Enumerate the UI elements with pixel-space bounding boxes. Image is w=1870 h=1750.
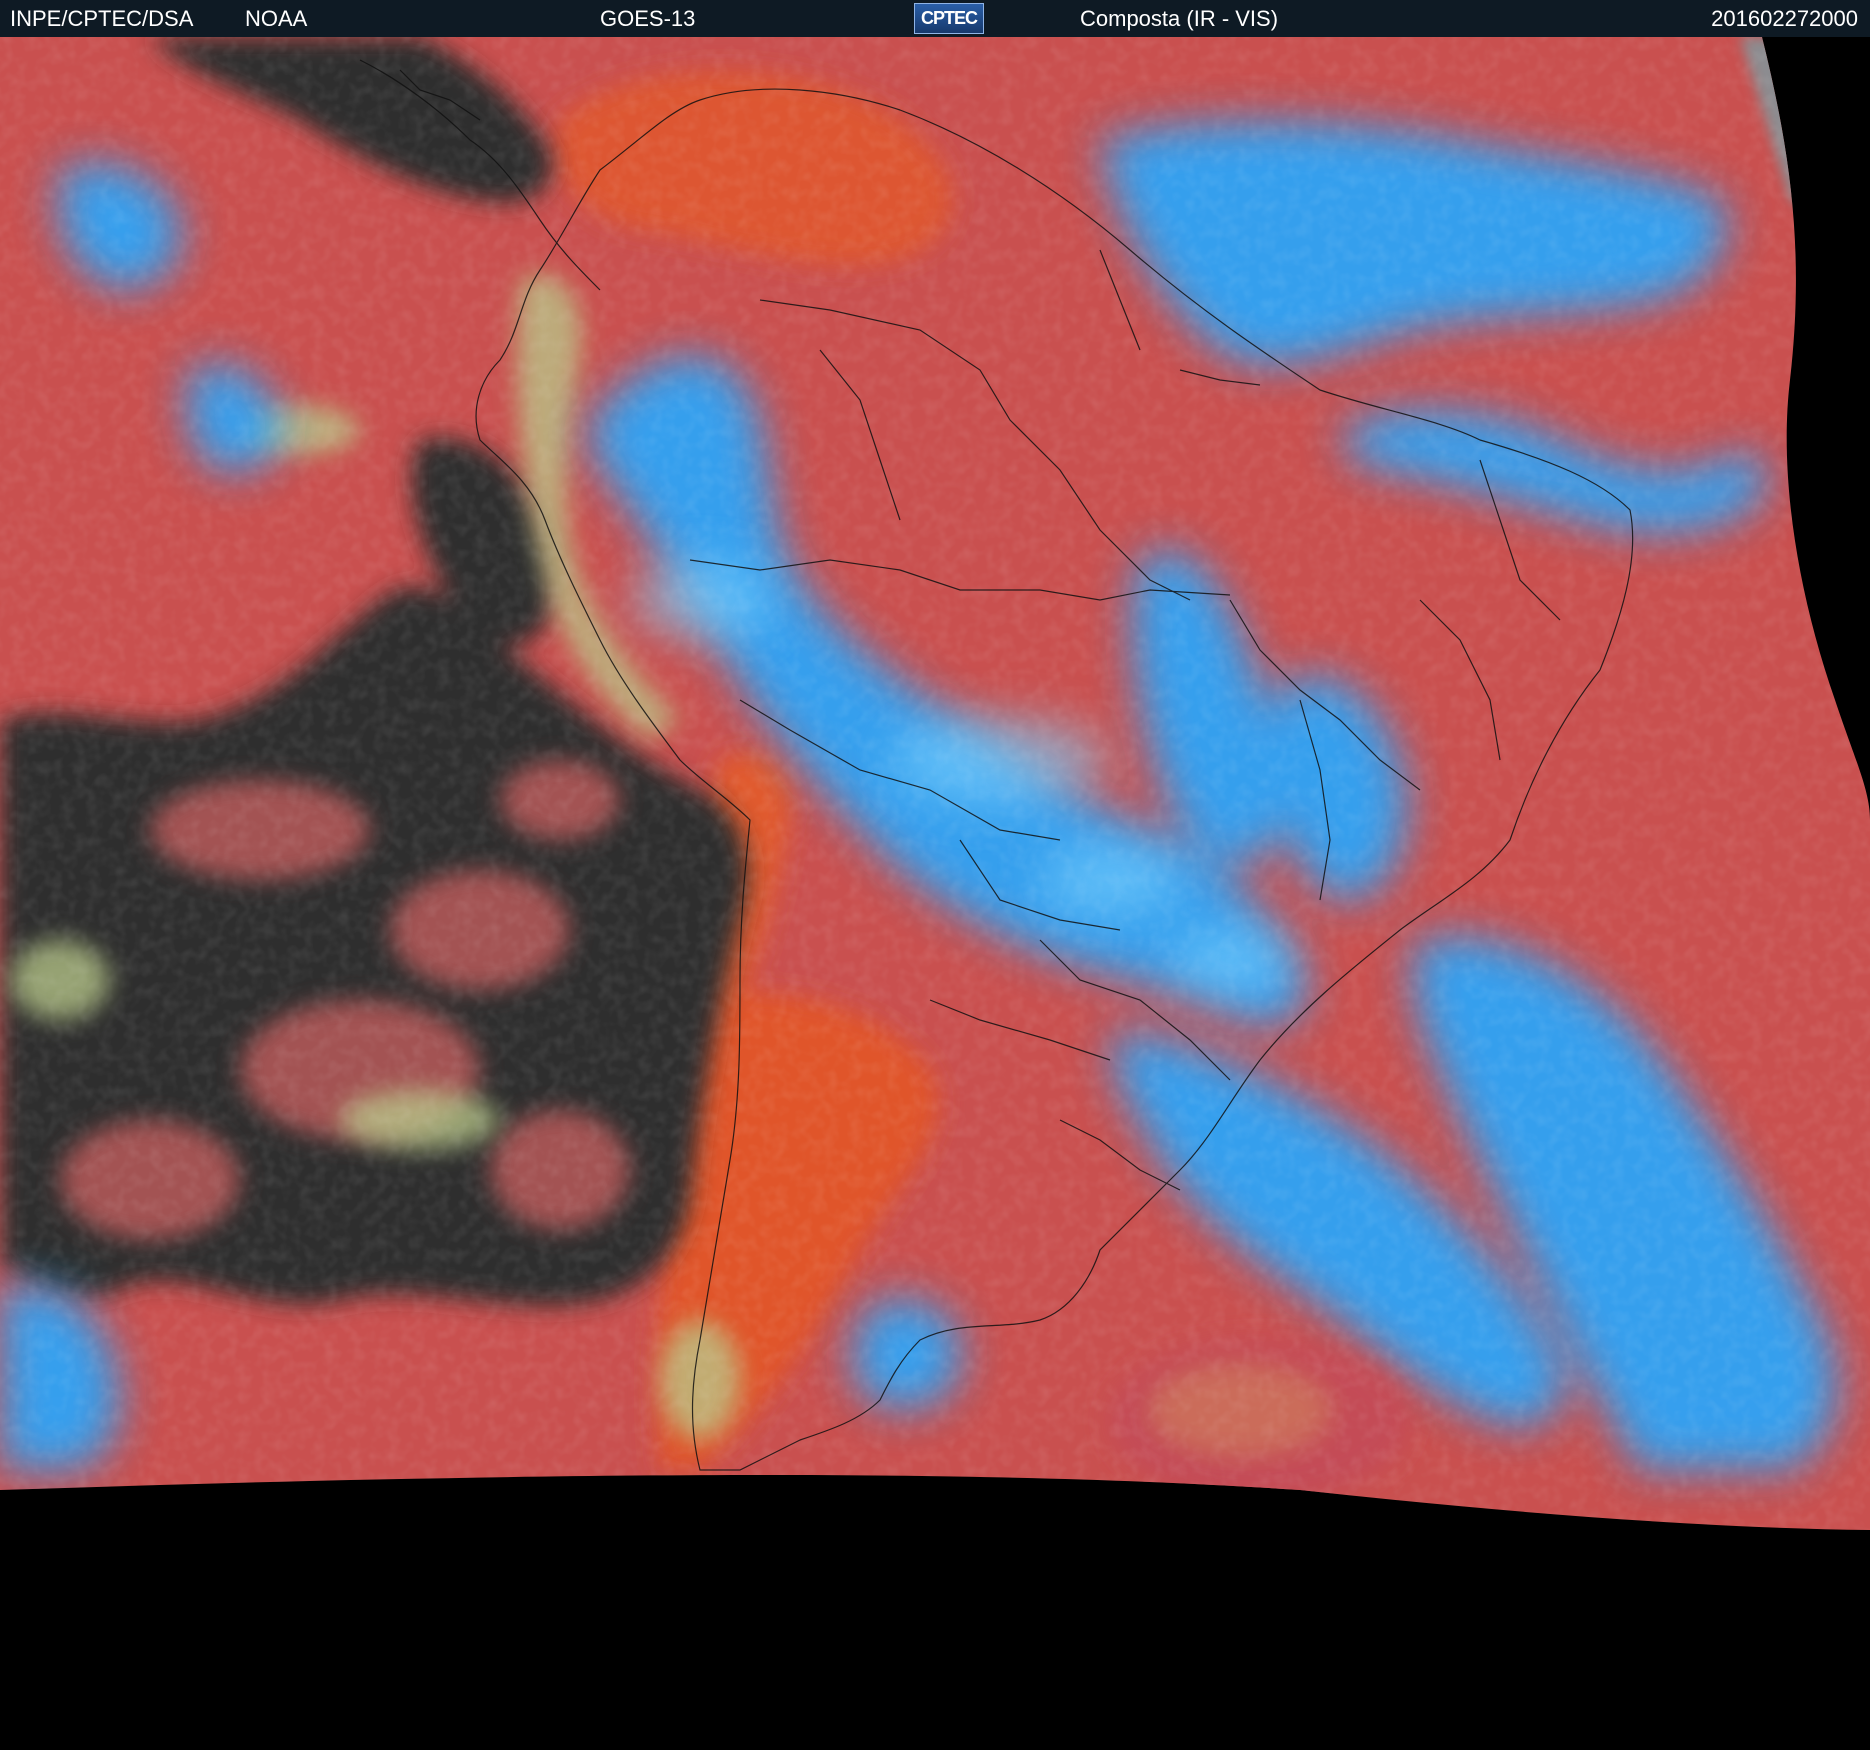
satellite-label: GOES-13 <box>600 6 696 31</box>
timestamp-label: 201602272000 <box>1711 6 1858 31</box>
product-label: Composta (IR - VIS) <box>1080 6 1279 31</box>
header-bar: INPE/CPTEC/DSA NOAA GOES-13 CPTEC Compos… <box>0 0 1870 37</box>
source-label: NOAA <box>245 6 308 31</box>
agency-label: INPE/CPTEC/DSA <box>10 6 194 31</box>
satellite-composite-map <box>0 37 1870 1750</box>
earth-disk <box>0 37 1870 1530</box>
satellite-image <box>0 37 1870 1750</box>
cptec-logo: CPTEC <box>914 3 984 34</box>
